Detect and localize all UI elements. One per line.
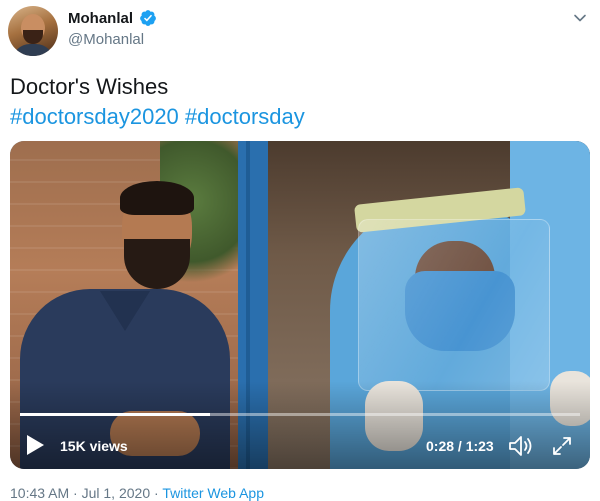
video-controls-shade <box>10 381 590 469</box>
video-person-hair <box>120 181 194 215</box>
meta-separator: · <box>150 485 163 501</box>
hashtag-link[interactable]: #doctorsday2020 <box>10 104 179 129</box>
chevron-down-icon[interactable] <box>572 10 588 26</box>
play-icon[interactable] <box>24 433 46 457</box>
avatar-shirt <box>12 44 54 56</box>
video-view-count: 15K views <box>60 438 128 454</box>
tweet-hashtags: #doctorsday2020 #doctorsday <box>10 104 305 130</box>
tweet-meta: 10:43 AM · Jul 1, 2020 · Twitter Web App <box>10 485 264 501</box>
avatar-beard <box>23 30 43 44</box>
meta-separator: · <box>69 485 82 501</box>
video-progress-bar[interactable] <box>20 413 580 416</box>
author-name[interactable]: Mohanlal <box>68 10 133 27</box>
tweet-source-link[interactable]: Twitter Web App <box>162 485 264 501</box>
tweet-date[interactable]: Jul 1, 2020 <box>82 485 151 501</box>
fullscreen-icon[interactable] <box>550 434 574 458</box>
video-time: 0:28 / 1:23 <box>426 438 494 454</box>
video-progress-fill <box>20 413 211 416</box>
tweet-text: Doctor's Wishes <box>10 74 169 99</box>
hashtag-link[interactable]: #doctorsday <box>185 104 305 129</box>
video-face-shield <box>358 219 550 391</box>
profile-avatar[interactable] <box>8 6 58 56</box>
verified-badge-icon <box>140 10 156 26</box>
video-player[interactable]: 15K views 0:28 / 1:23 <box>10 141 590 469</box>
author-handle[interactable]: @Mohanlal <box>68 31 144 48</box>
volume-icon[interactable] <box>508 434 534 458</box>
tweet-time[interactable]: 10:43 AM <box>10 485 69 501</box>
